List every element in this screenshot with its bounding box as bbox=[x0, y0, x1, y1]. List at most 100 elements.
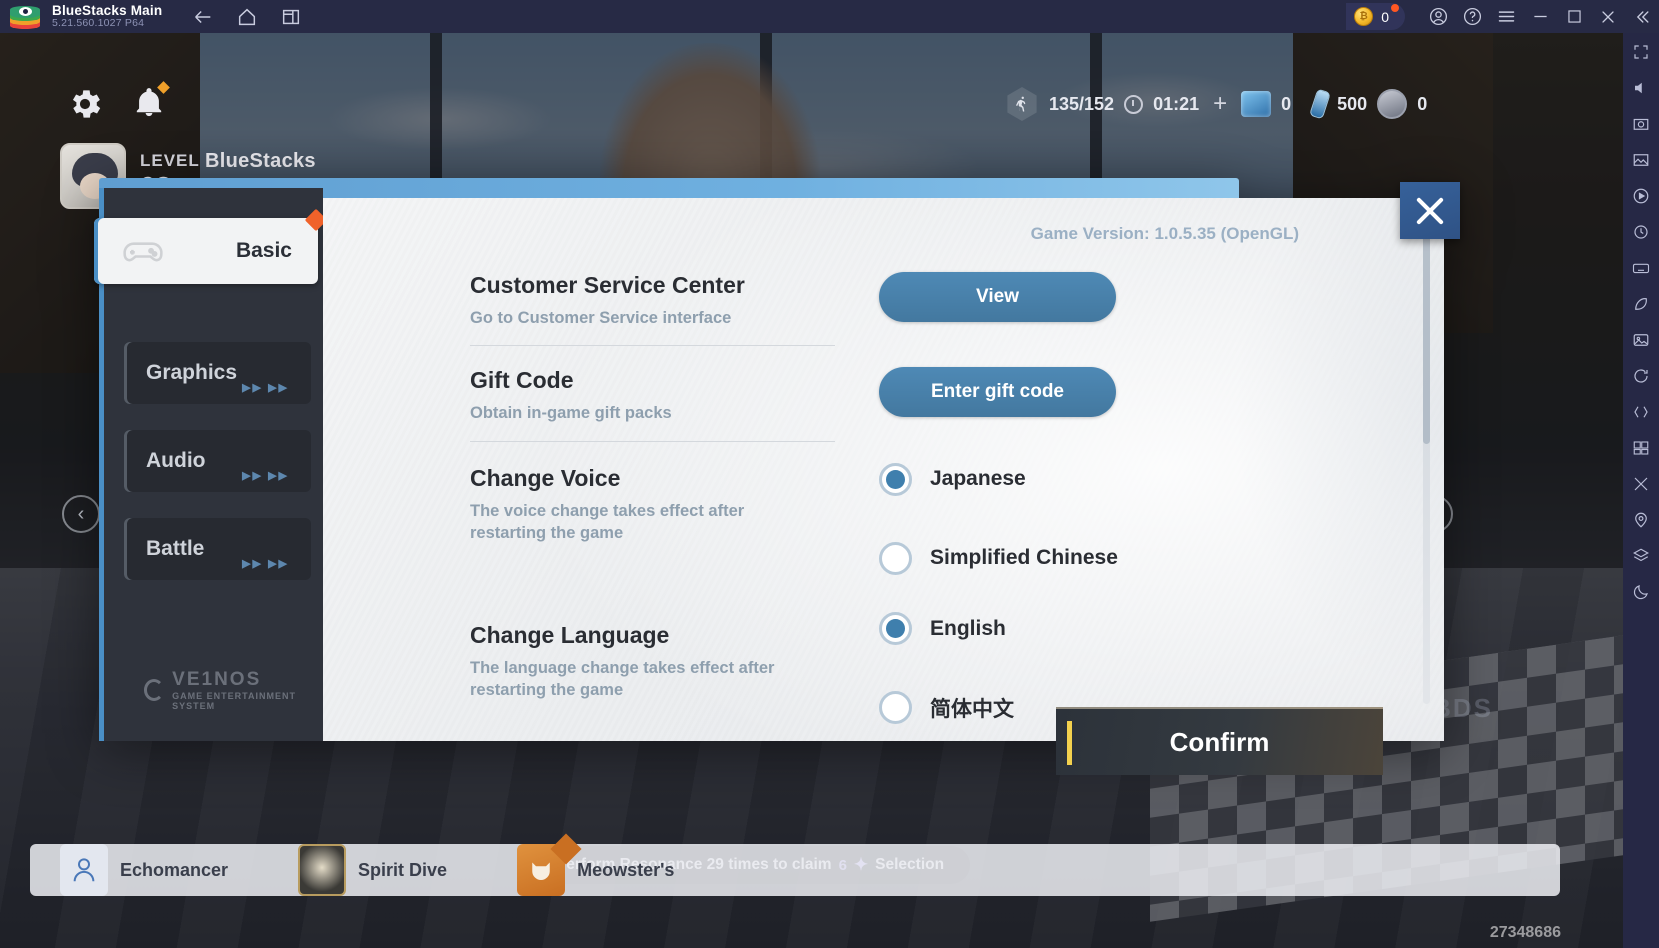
hud-stats-bar: 135/152 01:21 + 0 500 0 bbox=[1005, 85, 1439, 123]
view-button[interactable]: View bbox=[879, 272, 1116, 322]
language-option-english[interactable]: English bbox=[879, 612, 1014, 646]
resource-3-icon bbox=[1377, 89, 1408, 119]
language-option-simplified-chinese[interactable]: 简体中文 bbox=[879, 691, 1014, 725]
resource-1-value: 0 bbox=[1281, 93, 1292, 114]
sidebar-tab-label: Audio bbox=[146, 449, 206, 472]
help-icon[interactable] bbox=[1455, 0, 1489, 33]
multi-window-icon[interactable] bbox=[1630, 437, 1652, 459]
meowster-icon bbox=[517, 833, 582, 896]
dialog-brand-logo: VE1NOS GAME ENTERTAINMENT SYSTEM bbox=[144, 669, 323, 711]
voice-option-japanese[interactable]: Japanese bbox=[879, 462, 1118, 496]
eco-mode-icon[interactable] bbox=[1630, 293, 1652, 315]
rotate-icon[interactable] bbox=[1630, 365, 1652, 387]
keymapping-icon[interactable] bbox=[1630, 257, 1652, 279]
coin-icon: ₿ bbox=[1354, 7, 1374, 26]
app-root: LEVEL 02 BlueStacks 135/152 01:21 + 0 50… bbox=[0, 0, 1659, 948]
stamina-icon bbox=[1007, 87, 1037, 121]
dialog-close-button[interactable] bbox=[1400, 182, 1460, 239]
bottom-nav-bar: Echomancer Spirit Dive Meowster's bbox=[30, 833, 1560, 896]
window-close-icon[interactable] bbox=[1591, 0, 1625, 33]
spirit-dive-icon bbox=[298, 844, 347, 896]
prev-arrow-button[interactable]: ‹ bbox=[62, 495, 100, 533]
scrollbar-track[interactable] bbox=[1423, 234, 1430, 704]
account-icon[interactable] bbox=[1421, 0, 1455, 33]
menu-icon[interactable] bbox=[1489, 0, 1523, 33]
volume-icon[interactable] bbox=[1630, 77, 1652, 99]
enter-gift-code-button[interactable]: Enter gift code bbox=[879, 367, 1116, 418]
brand-tagline: GAME ENTERTAINMENT SYSTEM bbox=[172, 691, 297, 711]
add-stamina-button[interactable]: + bbox=[1213, 90, 1227, 118]
level-label: LEVEL bbox=[140, 150, 200, 170]
radio-icon[interactable] bbox=[879, 462, 912, 496]
device-id: 27348686 bbox=[1489, 924, 1561, 941]
chevron-right-icon: ▶▶ ▶▶ bbox=[242, 558, 289, 570]
minimize-icon[interactable] bbox=[1523, 0, 1557, 33]
settings-rows: Customer Service Center Go to Customer S… bbox=[470, 258, 1400, 725]
resource-2-icon bbox=[1309, 88, 1332, 120]
settings-gear-icon[interactable] bbox=[66, 85, 104, 123]
confirm-button[interactable]: Confirm bbox=[1056, 707, 1383, 775]
clock-icon bbox=[1124, 94, 1144, 114]
resource-2-value: 500 bbox=[1337, 93, 1368, 114]
media-manager-icon[interactable] bbox=[1630, 149, 1652, 171]
location-icon[interactable] bbox=[1630, 509, 1652, 531]
confirm-label: Confirm bbox=[1169, 726, 1270, 757]
record-icon[interactable] bbox=[1630, 185, 1652, 207]
trim-icon[interactable] bbox=[1630, 473, 1652, 495]
bottom-nav-item-echomancer[interactable]: Echomancer bbox=[60, 844, 228, 896]
row-description: The language change takes effect after r… bbox=[470, 659, 775, 700]
resource-1-icon bbox=[1241, 91, 1272, 117]
gallery-icon[interactable] bbox=[1630, 329, 1652, 351]
layers-icon[interactable] bbox=[1630, 545, 1652, 567]
voice-option-label: Simplified Chinese bbox=[930, 546, 1118, 570]
echomancer-icon bbox=[60, 844, 108, 896]
maximize-icon[interactable] bbox=[1557, 0, 1591, 33]
window-title: BlueStacks Main bbox=[52, 2, 163, 18]
row-description: Obtain in-game gift packs bbox=[470, 404, 672, 423]
bluestacks-logo-icon bbox=[10, 5, 40, 29]
chevron-right-icon: ▶▶ ▶▶ bbox=[242, 470, 289, 482]
dialog-body: Game Version: 1.0.5.35 (OpenGL) Customer… bbox=[323, 198, 1444, 741]
bottom-nav-label: Meowster's bbox=[577, 859, 675, 880]
fullscreen-icon[interactable] bbox=[1630, 41, 1652, 63]
close-icon bbox=[1416, 197, 1444, 224]
row-divider bbox=[470, 345, 835, 347]
sidebar-tab-label: Basic bbox=[235, 239, 292, 262]
screenshot-icon[interactable] bbox=[1630, 113, 1652, 135]
setting-row-gift-code: Gift Code Obtain in-game gift packs Ente… bbox=[470, 345, 1400, 440]
shake-icon[interactable] bbox=[1630, 401, 1652, 423]
brand-ring-icon bbox=[144, 679, 165, 701]
bottom-nav-item-spirit-dive[interactable]: Spirit Dive bbox=[298, 844, 447, 896]
back-icon[interactable] bbox=[192, 6, 214, 28]
radio-icon[interactable] bbox=[879, 691, 912, 725]
row-description: Go to Customer Service interface bbox=[470, 309, 732, 327]
bluestacks-titlebar: BlueStacks Main 5.21.560.1027 P64 ₿ 0 bbox=[0, 0, 1659, 33]
sidebar-tab-basic[interactable]: Basic bbox=[94, 208, 328, 284]
voice-option-simplified-chinese[interactable]: Simplified Chinese bbox=[879, 541, 1118, 575]
dialog-sidebar: Basic Graphics ▶▶ ▶▶ Audio ▶▶ ▶▶ Battle … bbox=[94, 188, 328, 741]
titlebar-right-controls: ₿ 0 bbox=[1346, 0, 1659, 33]
coin-badge bbox=[1391, 4, 1399, 12]
setting-row-change-voice: Change Voice The voice change takes effe… bbox=[470, 440, 1400, 597]
language-option-label: 简体中文 bbox=[930, 697, 1014, 721]
radio-icon[interactable] bbox=[879, 541, 912, 575]
window-version: 5.21.560.1027 P64 bbox=[52, 17, 145, 30]
sidebar-tab-battle[interactable]: Battle ▶▶ ▶▶ bbox=[124, 518, 311, 580]
chevron-right-icon: ▶▶ ▶▶ bbox=[242, 382, 289, 394]
scrollbar-thumb[interactable] bbox=[1423, 234, 1430, 444]
multi-instance-icon[interactable] bbox=[280, 6, 302, 28]
moon-icon[interactable] bbox=[1630, 581, 1652, 603]
macro-icon[interactable] bbox=[1630, 221, 1652, 243]
bottom-nav-item-meowsters[interactable]: Meowster's bbox=[517, 833, 675, 896]
collapse-sidebar-icon[interactable] bbox=[1625, 0, 1659, 33]
home-icon[interactable] bbox=[236, 6, 258, 28]
radio-icon[interactable] bbox=[879, 612, 912, 646]
sidebar-tab-audio[interactable]: Audio ▶▶ ▶▶ bbox=[124, 430, 311, 492]
row-divider bbox=[470, 440, 835, 442]
sidebar-tab-graphics[interactable]: Graphics ▶▶ ▶▶ bbox=[124, 342, 311, 404]
brand-name: VE1NOS bbox=[172, 669, 262, 690]
notification-bell-icon[interactable] bbox=[132, 81, 170, 123]
voice-option-label: Japanese bbox=[930, 467, 1026, 491]
coin-balance[interactable]: ₿ 0 bbox=[1346, 3, 1405, 30]
bluestacks-tool-rail bbox=[1623, 33, 1659, 948]
